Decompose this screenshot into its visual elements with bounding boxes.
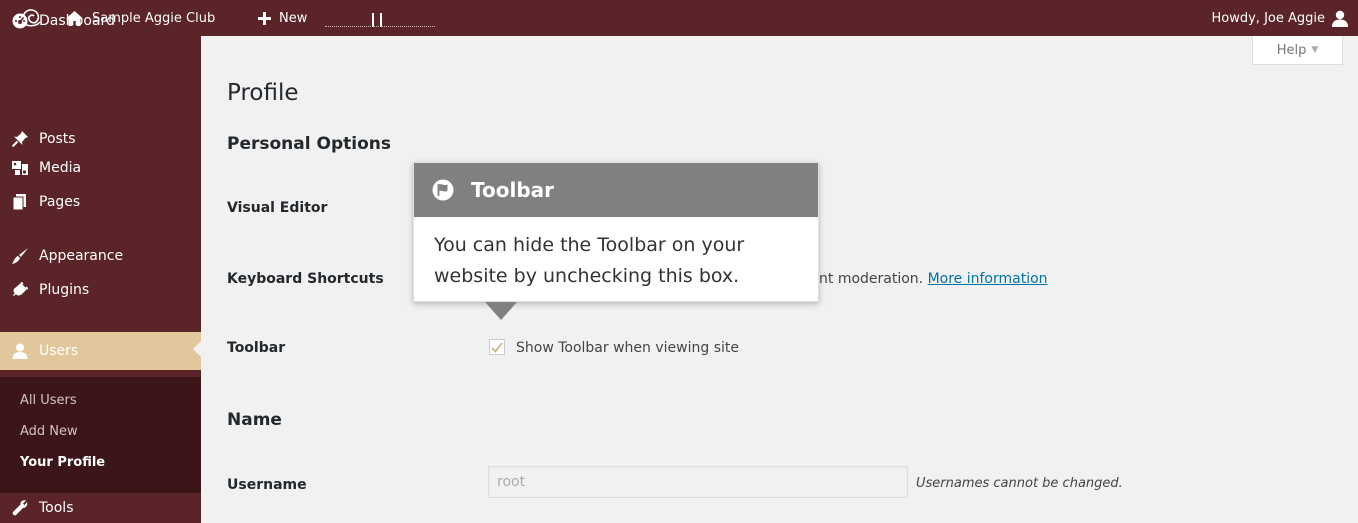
username-description: Usernames cannot be changed. (916, 476, 1123, 491)
wrench-icon (12, 500, 28, 516)
sidebar-item-dashboard[interactable]: Dashboard (0, 4, 201, 38)
admin-sidebar: Dashboard Posts Media Pages Appearance P… (0, 13, 201, 523)
toolbar-label: Toolbar (227, 340, 286, 356)
more-information-link[interactable]: More information (928, 271, 1048, 287)
checkmark-icon (491, 341, 503, 353)
paintbrush-icon (12, 248, 28, 264)
help-tab-button[interactable]: Help ▼ (1252, 36, 1343, 65)
admin-bar: Sample Aggie Club New Howdy, Joe Aggie (0, 0, 1358, 36)
sidebar-item-label: Media (39, 160, 82, 176)
users-submenu: All Users Add New Your Profile (0, 377, 201, 493)
pointer-body-text: You can hide the Toolbar on your website… (434, 234, 745, 287)
name-heading: Name (227, 410, 282, 430)
flag-icon (432, 179, 454, 201)
sidebar-item-pages[interactable]: Pages (0, 185, 201, 219)
user-icon (1332, 10, 1348, 27)
sidebar-item-label: Dashboard (39, 13, 115, 29)
sidebar-item-label: Pages (39, 194, 81, 210)
show-toolbar-checkbox[interactable] (489, 339, 505, 355)
sidebar-item-label: Users (39, 343, 79, 359)
my-account-menu[interactable]: Howdy, Joe Aggie (1211, 0, 1348, 36)
chevron-down-icon: ▼ (1311, 45, 1319, 55)
keyboard-shortcuts-label: Keyboard Shortcuts (227, 271, 384, 287)
pointer-title: Toolbar (471, 178, 554, 202)
sidebar-item-users[interactable]: Users (0, 332, 201, 370)
submenu-item-add-new[interactable]: Add New (20, 424, 78, 439)
sidebar-item-label: Tools (39, 500, 74, 516)
admin-bar-extra-item[interactable] (325, 0, 435, 36)
visual-editor-label: Visual Editor (227, 200, 328, 216)
keyboard-shortcuts-desc-text: nt moderation. (819, 271, 924, 287)
new-content-menu[interactable]: New (258, 0, 307, 36)
pages-icon (12, 194, 28, 210)
username-label: Username (227, 477, 307, 493)
sidebar-item-media[interactable]: Media (0, 151, 201, 185)
dashboard-icon (12, 13, 28, 29)
page-title: Profile (227, 80, 299, 106)
new-label: New (279, 10, 308, 26)
toolbar-pointer-tooltip: Toolbar You can hide the Toolbar on your… (413, 162, 819, 320)
sidebar-item-label: Appearance (39, 248, 124, 264)
submenu-item-your-profile[interactable]: Your Profile (20, 455, 105, 470)
help-tab-label: Help (1276, 42, 1307, 58)
sidebar-item-tools[interactable]: Tools (0, 493, 201, 523)
pointer-header: Toolbar (414, 163, 818, 217)
bars-icon (372, 13, 382, 27)
keyboard-shortcuts-description: nt moderation. More information (819, 271, 1048, 287)
personal-options-heading: Personal Options (227, 134, 391, 154)
submenu-item-all-users[interactable]: All Users (20, 393, 77, 408)
pointer-arrow (485, 302, 517, 320)
pin-icon (12, 131, 28, 147)
sidebar-item-label: Plugins (39, 282, 90, 298)
sidebar-item-appearance[interactable]: Appearance (0, 239, 201, 273)
users-icon (12, 343, 28, 359)
username-input[interactable] (488, 466, 908, 498)
sidebar-item-plugins[interactable]: Plugins (0, 273, 201, 307)
account-greeting: Howdy, Joe Aggie (1211, 10, 1326, 26)
show-toolbar-checkbox-label[interactable]: Show Toolbar when viewing site (516, 340, 739, 356)
sidebar-item-label: Posts (39, 131, 76, 147)
media-icon (12, 160, 28, 176)
plus-icon (258, 11, 271, 25)
plug-icon (12, 282, 28, 298)
